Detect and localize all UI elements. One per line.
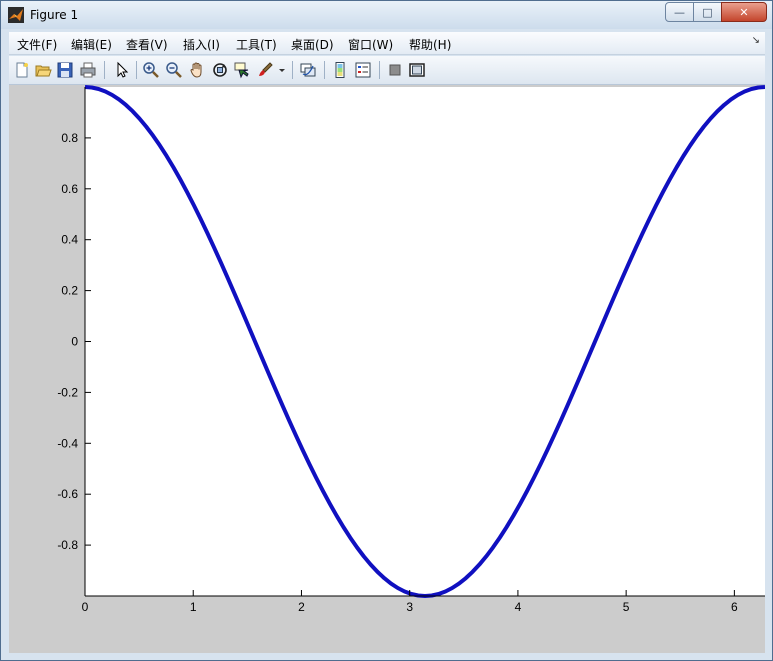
title-bar[interactable]: Figure 1 — □ ✕: [1, 1, 772, 29]
menu-bar: 文件(F) 编辑(E) 查看(V) 插入(I) 工具(T) 桌面(D) 窗口(W…: [9, 32, 765, 55]
save-icon[interactable]: [56, 61, 74, 79]
y-tick-label: 0.2: [61, 284, 78, 298]
maximize-icon: □: [702, 5, 713, 19]
toolbar-separator: [379, 61, 380, 79]
zoom-in-icon[interactable]: [142, 61, 160, 79]
minimize-icon: —: [674, 5, 685, 19]
brush-dropdown-icon[interactable]: [277, 61, 287, 79]
x-tick-label: 2: [298, 600, 305, 614]
menu-desktop[interactable]: 桌面(D): [291, 36, 334, 53]
legend-icon[interactable]: [354, 61, 372, 79]
menu-tools[interactable]: 工具(T): [236, 36, 277, 53]
data-cursor-icon[interactable]: [233, 61, 251, 79]
x-tick-label: 3: [406, 600, 413, 614]
matlab-logo-icon: [8, 7, 24, 23]
open-file-icon[interactable]: [34, 61, 52, 79]
axes-background: [85, 87, 765, 596]
menu-edit[interactable]: 编辑(E): [71, 36, 112, 53]
menu-window[interactable]: 窗口(W): [348, 36, 393, 53]
x-tick-label: 1: [190, 600, 197, 614]
hide-plot-tools-icon[interactable]: [386, 61, 404, 79]
new-figure-icon[interactable]: [13, 61, 31, 79]
y-tick-label: 0.4: [61, 233, 78, 247]
menu-file[interactable]: 文件(F): [17, 36, 57, 53]
window-controls: — □ ✕: [665, 2, 767, 22]
x-tick-label: 4: [515, 600, 522, 614]
zoom-out-icon[interactable]: [165, 61, 183, 79]
brush-icon[interactable]: [256, 61, 274, 79]
toolbar-separator: [324, 61, 325, 79]
colorbar-icon[interactable]: [331, 61, 349, 79]
y-tick-label: -0.2: [57, 385, 78, 399]
y-tick-label: 0: [71, 335, 78, 349]
y-tick-label: -0.8: [57, 538, 78, 552]
minimize-button[interactable]: —: [665, 2, 694, 22]
menu-overflow-icon[interactable]: ↘: [752, 35, 760, 46]
pan-hand-icon[interactable]: [188, 61, 206, 79]
x-tick-label: 5: [623, 600, 630, 614]
cosine-plot[interactable]: 0.8 0.6 0.4 0.2 0 -0.2 -0.4 -0.6 -0.8 0 1 2 3 4 5 6: [9, 85, 765, 653]
toolbar-separator: [292, 61, 293, 79]
print-icon[interactable]: [79, 61, 97, 79]
edit-plot-arrow-icon[interactable]: [113, 61, 131, 79]
menu-insert[interactable]: 插入(I): [183, 36, 220, 53]
toolbar-separator: [104, 61, 105, 79]
figure-toolbar: [9, 56, 765, 85]
figure-canvas[interactable]: 0.8 0.6 0.4 0.2 0 -0.2 -0.4 -0.6 -0.8 0 1 2 3 4 5 6: [9, 85, 765, 653]
y-tick-label: 0.8: [61, 131, 78, 145]
maximize-button[interactable]: □: [693, 2, 722, 22]
window-title: Figure 1: [30, 8, 79, 22]
close-icon: ✕: [739, 5, 749, 19]
menu-help[interactable]: 帮助(H): [409, 36, 451, 53]
figure-window: Figure 1 — □ ✕ 文件(F) 编辑(E) 查看(V) 插入(I) 工…: [0, 0, 773, 661]
rotate-3d-icon[interactable]: [211, 61, 229, 79]
y-tick-label: -0.6: [57, 487, 78, 501]
y-tick-label: 0.6: [61, 182, 78, 196]
x-tick-label: 0: [82, 600, 89, 614]
close-button[interactable]: ✕: [721, 2, 767, 22]
y-tick-label: -0.4: [57, 436, 78, 450]
x-tick-label: 6: [731, 600, 738, 614]
toolbar-separator: [136, 61, 137, 79]
link-plot-icon[interactable]: [299, 61, 317, 79]
menu-view[interactable]: 查看(V): [126, 36, 168, 53]
show-plot-tools-icon[interactable]: [408, 61, 426, 79]
